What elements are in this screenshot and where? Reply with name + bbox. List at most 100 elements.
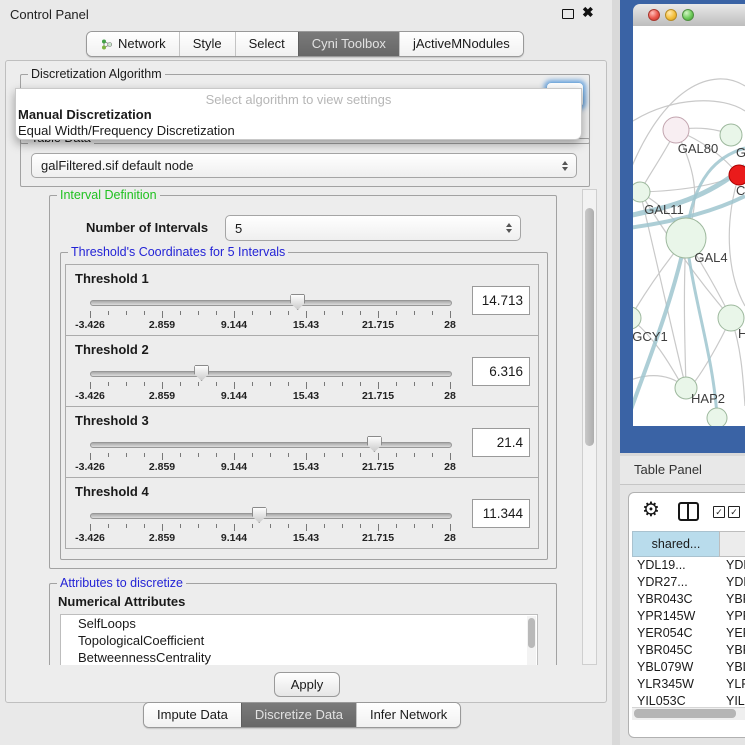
select-none-check-icon[interactable]: ✓: [728, 506, 740, 518]
network-node[interactable]: [707, 408, 727, 426]
tab-jactivemnodules[interactable]: jActiveMNodules: [399, 32, 523, 56]
apply-button[interactable]: Apply: [274, 672, 340, 697]
float-panel-icon[interactable]: [562, 9, 574, 19]
threshold-label: Threshold 4: [75, 484, 149, 499]
axis-tick-label: -3.426: [75, 532, 105, 544]
table-row[interactable]: YLR345WYLR345W: [632, 676, 745, 693]
threshold-slider[interactable]: [90, 506, 450, 524]
close-window-icon[interactable]: [648, 9, 660, 21]
numerical-attributes-list[interactable]: SelfLoopsTopologicalCoefficientBetweenne…: [60, 614, 538, 665]
axis-tick-label: 21.715: [362, 461, 394, 473]
tab-infer-network[interactable]: Infer Network: [356, 703, 460, 727]
network-node-gal80[interactable]: [663, 117, 689, 143]
slider-track[interactable]: [90, 300, 452, 306]
table-rows: YDL19...YDL19...YDR27...YDR27...YBR043CY…: [632, 557, 745, 705]
network-node-c[interactable]: [729, 165, 745, 185]
zoom-window-icon[interactable]: [682, 9, 694, 21]
number-of-intervals-value: 5: [235, 221, 242, 236]
bottom-tab-bar: Impute DataDiscretize DataInfer Network: [143, 702, 461, 728]
threshold-row-3: Threshold 3-3.4262.8599.14415.4321.71528…: [65, 406, 539, 478]
number-of-intervals-combobox[interactable]: 5: [225, 215, 521, 241]
table-row[interactable]: YIL053CYIL053C: [632, 693, 745, 705]
slider-track[interactable]: [90, 442, 452, 448]
threshold-slider[interactable]: [90, 364, 450, 382]
close-panel-icon[interactable]: ✖: [582, 4, 594, 21]
attribute-item-betweennesscentrality[interactable]: BetweennessCentrality: [61, 649, 537, 665]
axis-tick-label: 28: [444, 319, 456, 331]
cell-shared-name: YLR345W: [632, 676, 720, 693]
slider-track[interactable]: [90, 513, 452, 519]
tab-impute-data[interactable]: Impute Data: [144, 703, 241, 727]
axis-tick-label: 15.43: [293, 319, 319, 331]
threshold-value-field[interactable]: 11.344: [472, 499, 530, 528]
tab-style[interactable]: Style: [179, 32, 235, 56]
threshold-value-field[interactable]: 6.316: [472, 357, 530, 386]
slider-handle[interactable]: [290, 294, 305, 310]
attribute-item-topologicalcoefficient[interactable]: TopologicalCoefficient: [61, 632, 537, 649]
table-row[interactable]: YBL079WYBL079W: [632, 659, 745, 676]
table-row[interactable]: YBR043CYBR043C: [632, 591, 745, 608]
network-window-titlebar[interactable]: [633, 4, 745, 27]
network-view-window: GAL80GACGAL11GAL4GCY1HHAP2: [620, 0, 745, 453]
slider-track[interactable]: [90, 371, 452, 377]
group-title-interval-definition: Interval Definition: [57, 189, 160, 202]
threshold-slider[interactable]: [90, 435, 450, 453]
cell-name: YLR345W: [720, 676, 745, 693]
network-canvas[interactable]: GAL80GACGAL11GAL4GCY1HHAP2: [633, 26, 745, 426]
threshold-value-field[interactable]: 14.713: [472, 286, 530, 315]
table-data-value: galFiltered.sif default node: [41, 158, 193, 173]
threshold-value-field[interactable]: 21.4: [472, 428, 530, 457]
minimize-window-icon[interactable]: [665, 9, 677, 21]
cell-name: YDL19...: [720, 557, 745, 574]
column-header-name[interactable]: name: [719, 531, 745, 557]
top-tab-bar: Network Style Select Cyni Toolbox jActiveMNo…: [86, 31, 524, 57]
node-label-ga: GA: [736, 145, 745, 160]
tab-discretize-data[interactable]: Discretize Data: [241, 703, 356, 727]
axis-tick-label: 15.43: [293, 390, 319, 402]
columns-icon[interactable]: [678, 502, 699, 521]
list-scrollbar[interactable]: [527, 616, 536, 665]
threshold-row-2: Threshold 2-3.4262.8599.14415.4321.71528…: [65, 335, 539, 407]
dropdown-option-manual-discretization[interactable]: Manual Discretization: [16, 107, 581, 123]
tab-cyni-toolbox[interactable]: Cyni Toolbox: [298, 32, 399, 56]
panel-scrollbar[interactable]: [582, 189, 597, 665]
axis-tick-label: 28: [444, 461, 456, 473]
tab-select[interactable]: Select: [235, 32, 298, 56]
table-row[interactable]: YDL19...YDL19...: [632, 557, 745, 574]
axis-tick-label: 9.144: [221, 390, 247, 402]
threshold-label: Threshold 1: [75, 271, 149, 286]
network-node-ga[interactable]: [720, 124, 742, 146]
threshold-slider[interactable]: [90, 293, 450, 311]
slider-handle[interactable]: [194, 365, 209, 381]
axis-tick-label: 28: [444, 532, 456, 544]
scrollbar-thumb[interactable]: [634, 709, 736, 718]
tab-label: Style: [193, 32, 222, 56]
table-row[interactable]: YPR145WYPR145W: [632, 608, 745, 625]
gear-icon[interactable]: ⚙: [642, 497, 660, 522]
table-horizontal-scrollbar[interactable]: [632, 707, 745, 720]
slider-ticks: [90, 524, 450, 532]
column-header-shared[interactable]: shared...: [632, 531, 720, 557]
cell-name: YER054C: [720, 625, 745, 642]
slider-handle[interactable]: [252, 507, 267, 523]
axis-tick-label: 15.43: [293, 532, 319, 544]
axis-tick-label: -3.426: [75, 319, 105, 331]
dropdown-option-equal-width-frequency-discretization[interactable]: Equal Width/Frequency Discretization: [16, 123, 581, 139]
axis-tick-label: 21.715: [362, 319, 394, 331]
tab-label: jActiveMNodules: [413, 32, 510, 56]
table-row[interactable]: YBR045CYBR045C: [632, 642, 745, 659]
select-all-check-icon[interactable]: ✓: [713, 506, 725, 518]
table-row[interactable]: YDR27...YDR27...: [632, 574, 745, 591]
slider-handle[interactable]: [367, 436, 382, 452]
table-row[interactable]: YER054CYER054C: [632, 625, 745, 642]
combo-arrows-icon: [562, 161, 568, 171]
network-icon: [100, 38, 113, 51]
network-node-gal11[interactable]: [633, 182, 650, 202]
node-label-h: H: [738, 326, 745, 341]
table-data-combobox[interactable]: galFiltered.sif default node: [31, 153, 577, 178]
tab-network[interactable]: Network: [87, 32, 179, 56]
threshold-label: Threshold 2: [75, 342, 149, 357]
tab-label: Select: [249, 32, 285, 56]
scrollbar-thumb[interactable]: [585, 208, 594, 446]
attribute-item-selfloops[interactable]: SelfLoops: [61, 615, 537, 632]
